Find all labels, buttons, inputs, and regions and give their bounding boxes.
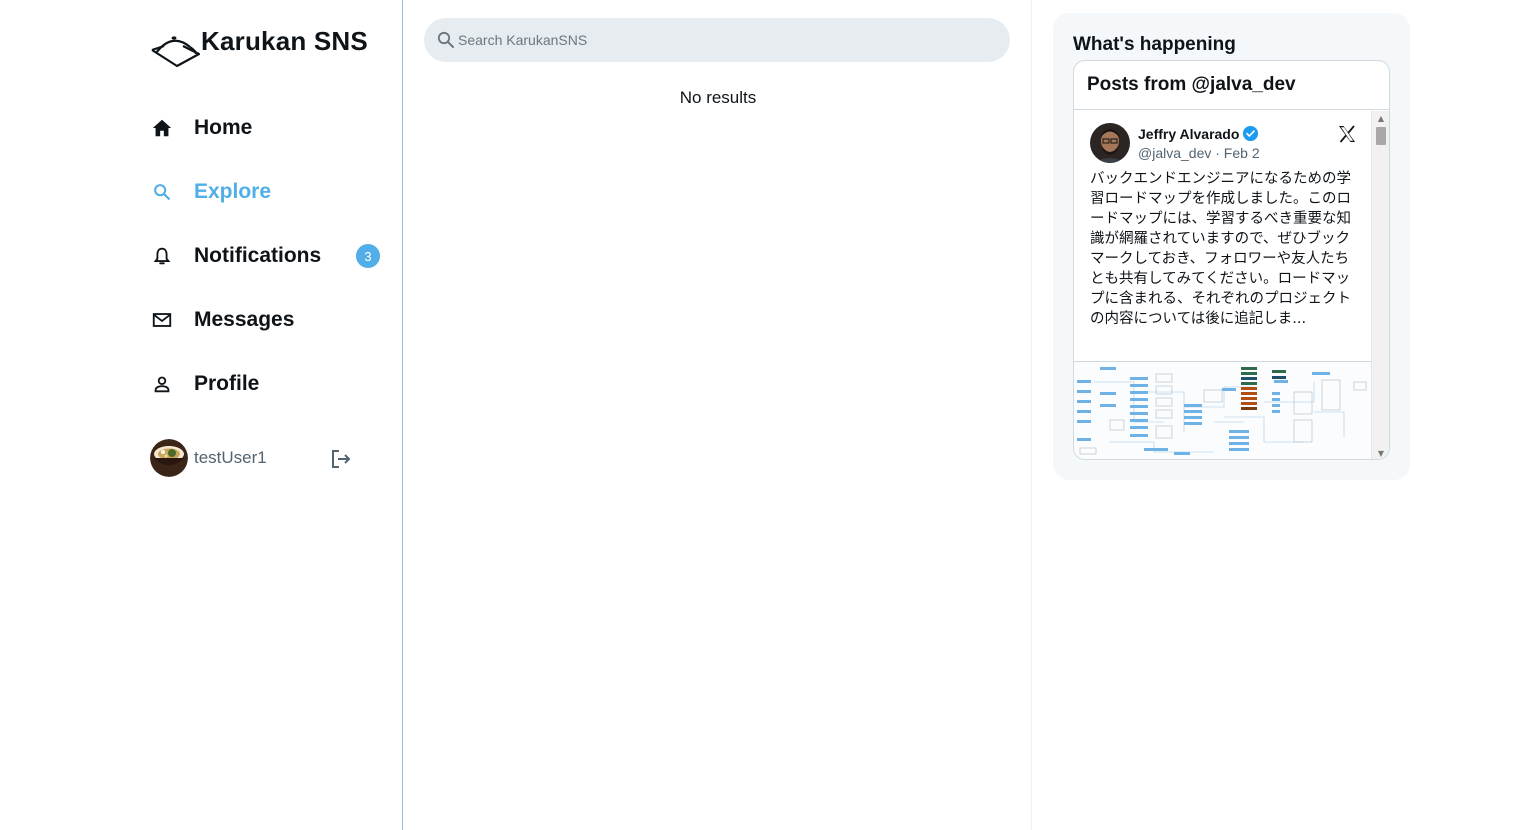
tweet-roadmap-image[interactable] <box>1074 361 1371 459</box>
embed-header[interactable]: Posts from @jalva_dev <box>1074 61 1389 110</box>
main-nav: Home Explore Notifications 3 Messages Pr… <box>150 96 390 416</box>
home-icon <box>150 116 174 140</box>
app-root: Karukan SNS Home Explore Notifications 3… <box>0 0 1526 830</box>
nav-item-profile[interactable]: Profile <box>150 352 390 416</box>
nav-label-messages: Messages <box>194 308 295 331</box>
nav-label-explore: Explore <box>194 180 272 203</box>
search-icon <box>437 31 454 48</box>
embed-body: Jeffry Alvarado @jalva_dev · Feb 2 バックエン… <box>1074 111 1371 459</box>
nav-label-home: Home <box>194 116 253 139</box>
author-name-text: Jeffry Alvarado <box>1138 125 1240 142</box>
nav-item-home[interactable]: Home <box>150 96 390 160</box>
tweet-author-name[interactable]: Jeffry Alvarado <box>1138 125 1259 142</box>
roadmap-diagram-image <box>1074 362 1371 459</box>
nav-item-messages[interactable]: Messages <box>150 288 390 352</box>
timeline-embed[interactable]: Posts from @jalva_dev Jeffry Alvarado @j… <box>1073 60 1390 460</box>
current-user[interactable]: testUser1 <box>150 438 360 478</box>
nav-label-profile: Profile <box>194 372 260 395</box>
embed-scrollbar[interactable]: ▲ ▼ <box>1371 111 1389 459</box>
bell-icon <box>150 244 174 268</box>
tweet-author-avatar[interactable] <box>1090 123 1130 163</box>
whats-happening-panel: What's happening Posts from @jalva_dev J… <box>1053 13 1410 480</box>
mail-icon <box>150 308 174 332</box>
notification-count-badge: 3 <box>356 244 380 268</box>
scroll-thumb[interactable] <box>1376 127 1386 145</box>
scroll-down-arrow-icon[interactable]: ▼ <box>1372 446 1389 459</box>
main-column: No results <box>404 0 1032 830</box>
user-avatar <box>150 439 188 477</box>
search-icon <box>150 180 174 204</box>
tweet-text: バックエンドエンジニアになるための学習ロードマップを作成しました。このロードマッ… <box>1090 171 1351 327</box>
username: testUser1 <box>194 448 267 467</box>
search-input[interactable] <box>458 32 958 48</box>
brand-logo[interactable]: Karukan SNS <box>150 26 368 68</box>
scroll-up-arrow-icon[interactable]: ▲ <box>1372 111 1389 125</box>
verified-badge-icon <box>1243 125 1259 142</box>
x-logo-icon[interactable] <box>1336 123 1358 145</box>
panel-title: What's happening <box>1073 34 1236 55</box>
nav-item-notifications[interactable]: Notifications 3 <box>150 224 390 288</box>
nav-item-explore[interactable]: Explore <box>150 160 390 224</box>
logout-icon[interactable] <box>328 446 354 472</box>
nav-label-notifications: Notifications <box>194 244 322 267</box>
no-results-text: No results <box>679 88 757 107</box>
left-sidebar: Karukan SNS Home Explore Notifications 3… <box>0 0 403 830</box>
tweet-header: Jeffry Alvarado @jalva_dev · Feb 2 <box>1090 123 1360 165</box>
rice-bowl-logo-icon <box>151 36 200 68</box>
brand-name: Karukan SNS <box>201 26 368 56</box>
search-bar[interactable] <box>424 18 1010 62</box>
person-icon <box>150 372 174 396</box>
tweet-handle-date[interactable]: @jalva_dev · Feb 2 <box>1138 145 1260 161</box>
